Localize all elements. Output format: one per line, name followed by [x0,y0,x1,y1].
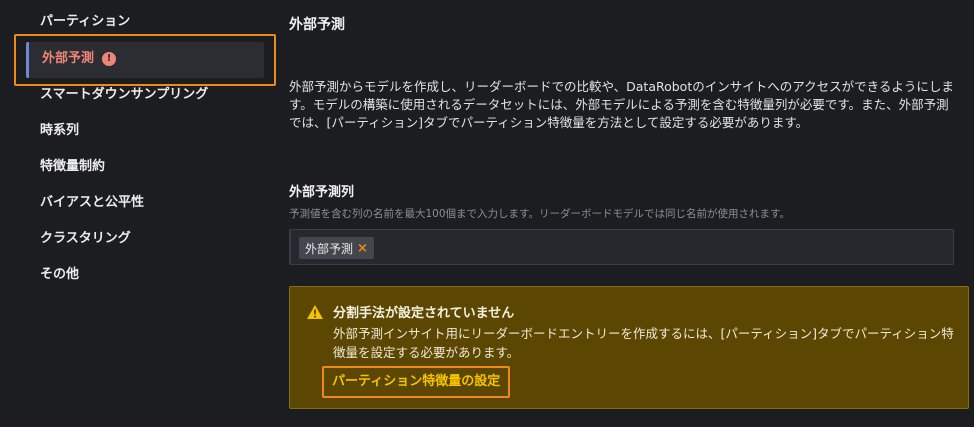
highlight-box: パーティション特徴量の設定 [322,366,511,398]
sidebar-item-bias-fairness[interactable]: バイアスと公平性 [40,194,144,212]
warning-triangle-icon [307,305,323,319]
tag-label: 外部予測 [305,241,354,256]
sidebar-nav: パーティション 外部予測 ! スマートダウンサンプリング 時系列 特徴量制約 バ… [0,0,280,427]
field-label: 外部予測列 [289,185,355,200]
sidebar-item-clustering[interactable]: クラスタリング [40,230,131,248]
error-icon: ! [102,52,116,66]
sidebar-item-partition[interactable]: パーティション [40,13,130,31]
warning-text: 外部予測インサイト用にリーダーボードエントリーを作成するには、[パーティション]… [333,326,954,360]
tag-chip: 外部予測 × [299,237,374,259]
close-icon[interactable]: × [357,242,368,255]
description-text: 外部予測からモデルを作成し、リーダーボードでの比較や、DataRobotのインサ… [289,79,954,130]
sidebar-item-external-predictions[interactable]: 外部予測 ! [26,42,264,78]
sidebar-item-smart-downsampling[interactable]: スマートダウンサンプリング [40,86,208,104]
external-predictions-input[interactable]: 外部予測 × [289,229,954,265]
sidebar-item-time-series[interactable]: 時系列 [40,122,79,140]
set-partition-feature-link[interactable]: パーティション特徴量の設定 [332,368,500,395]
warning-alert: 分割手法が設定されていません 外部予測インサイト用にリーダーボードエントリーを作… [289,286,969,409]
highlight-box: 外部予測 ! [14,34,276,86]
sidebar-item-other[interactable]: その他 [40,266,79,284]
page-title: 外部予測 [289,17,345,33]
sidebar-item-feature-constraints[interactable]: 特徴量制約 [40,158,105,176]
warning-title: 分割手法が設定されていません [333,306,515,321]
sidebar-item-label: 外部予測 [42,51,95,66]
field-help-text: 予測値を含む列の名前を最大100個まで入力します。リーダーボードモデルでは同じ名… [289,208,790,220]
